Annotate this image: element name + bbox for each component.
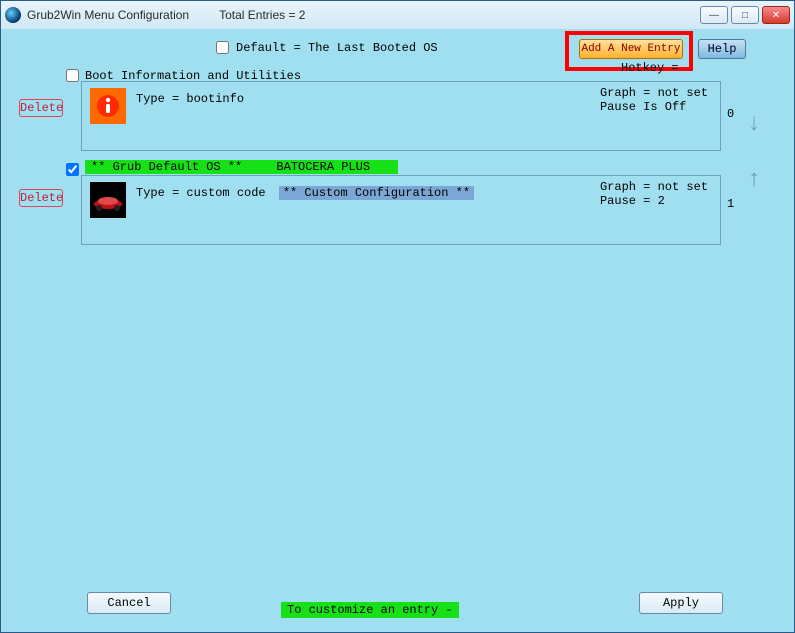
entry-pause: Pause Is Off: [600, 100, 708, 114]
hotkey-label: Hotkey =: [621, 61, 679, 75]
entry-row: Type = bootinfo Graph = not set Pause Is…: [82, 82, 720, 136]
entry-pause: Pause = 2: [600, 194, 708, 208]
maximize-icon: □: [742, 10, 748, 21]
minimize-button[interactable]: —: [700, 6, 728, 24]
total-entries: Total Entries = 2: [219, 8, 305, 22]
app-icon: [5, 7, 21, 23]
info-icon: [90, 88, 126, 124]
close-icon: ✕: [772, 10, 780, 21]
app-window: Grub2Win Menu Configuration Total Entrie…: [0, 0, 795, 633]
custom-config-tag: ** Custom Configuration **: [279, 186, 474, 200]
default-os-tag: ** Grub Default OS **: [85, 160, 248, 174]
default-os-checkbox[interactable]: [216, 41, 229, 54]
entry-select-checkbox[interactable]: [66, 163, 79, 176]
entry-header-bar: ** Grub Default OS ** BATOCERA PLUS: [85, 160, 415, 174]
entry-type: Type = custom code ** Custom Configurati…: [136, 186, 474, 200]
add-new-entry-button[interactable]: Add A New Entry: [579, 39, 683, 59]
delete-button[interactable]: Delete: [19, 99, 63, 117]
cancel-button[interactable]: Cancel: [87, 592, 171, 614]
entry-graph: Graph = not set: [600, 86, 708, 100]
entry-type: Type = bootinfo: [136, 92, 244, 106]
entry-meta: Graph = not set Pause Is Off: [600, 86, 708, 114]
entry-panel[interactable]: Type = bootinfo Graph = not set Pause Is…: [81, 81, 721, 151]
close-button[interactable]: ✕: [762, 6, 790, 24]
maximize-button[interactable]: □: [731, 6, 759, 24]
entry-meta: Graph = not set Pause = 2: [600, 180, 708, 208]
entry-graph: Graph = not set: [600, 180, 708, 194]
entry-row: Type = custom code ** Custom Configurati…: [82, 176, 720, 230]
entry-order: 1: [727, 197, 734, 211]
entry-panel[interactable]: Type = custom code ** Custom Configurati…: [81, 175, 721, 245]
default-os-label: Default = The Last Booted OS: [236, 41, 438, 55]
custom-icon: [90, 182, 126, 218]
client-area: Default = The Last Booted OS Add A New E…: [1, 29, 794, 632]
delete-button[interactable]: Delete: [19, 189, 63, 207]
customize-hint: To customize an entry -: [281, 602, 459, 618]
entry-order: 0: [727, 107, 734, 121]
window-title: Grub2Win Menu Configuration: [27, 8, 189, 22]
move-down-icon[interactable]: ↓: [747, 111, 761, 138]
os-name-tag: BATOCERA PLUS: [248, 160, 398, 174]
entry-select-checkbox[interactable]: [66, 69, 79, 82]
apply-button[interactable]: Apply: [639, 592, 723, 614]
minimize-icon: —: [709, 10, 719, 21]
entry-type-text: Type = custom code: [136, 186, 266, 200]
help-button[interactable]: Help: [698, 39, 746, 59]
titlebar: Grub2Win Menu Configuration Total Entrie…: [1, 1, 794, 29]
move-up-icon[interactable]: ↑: [747, 167, 761, 194]
